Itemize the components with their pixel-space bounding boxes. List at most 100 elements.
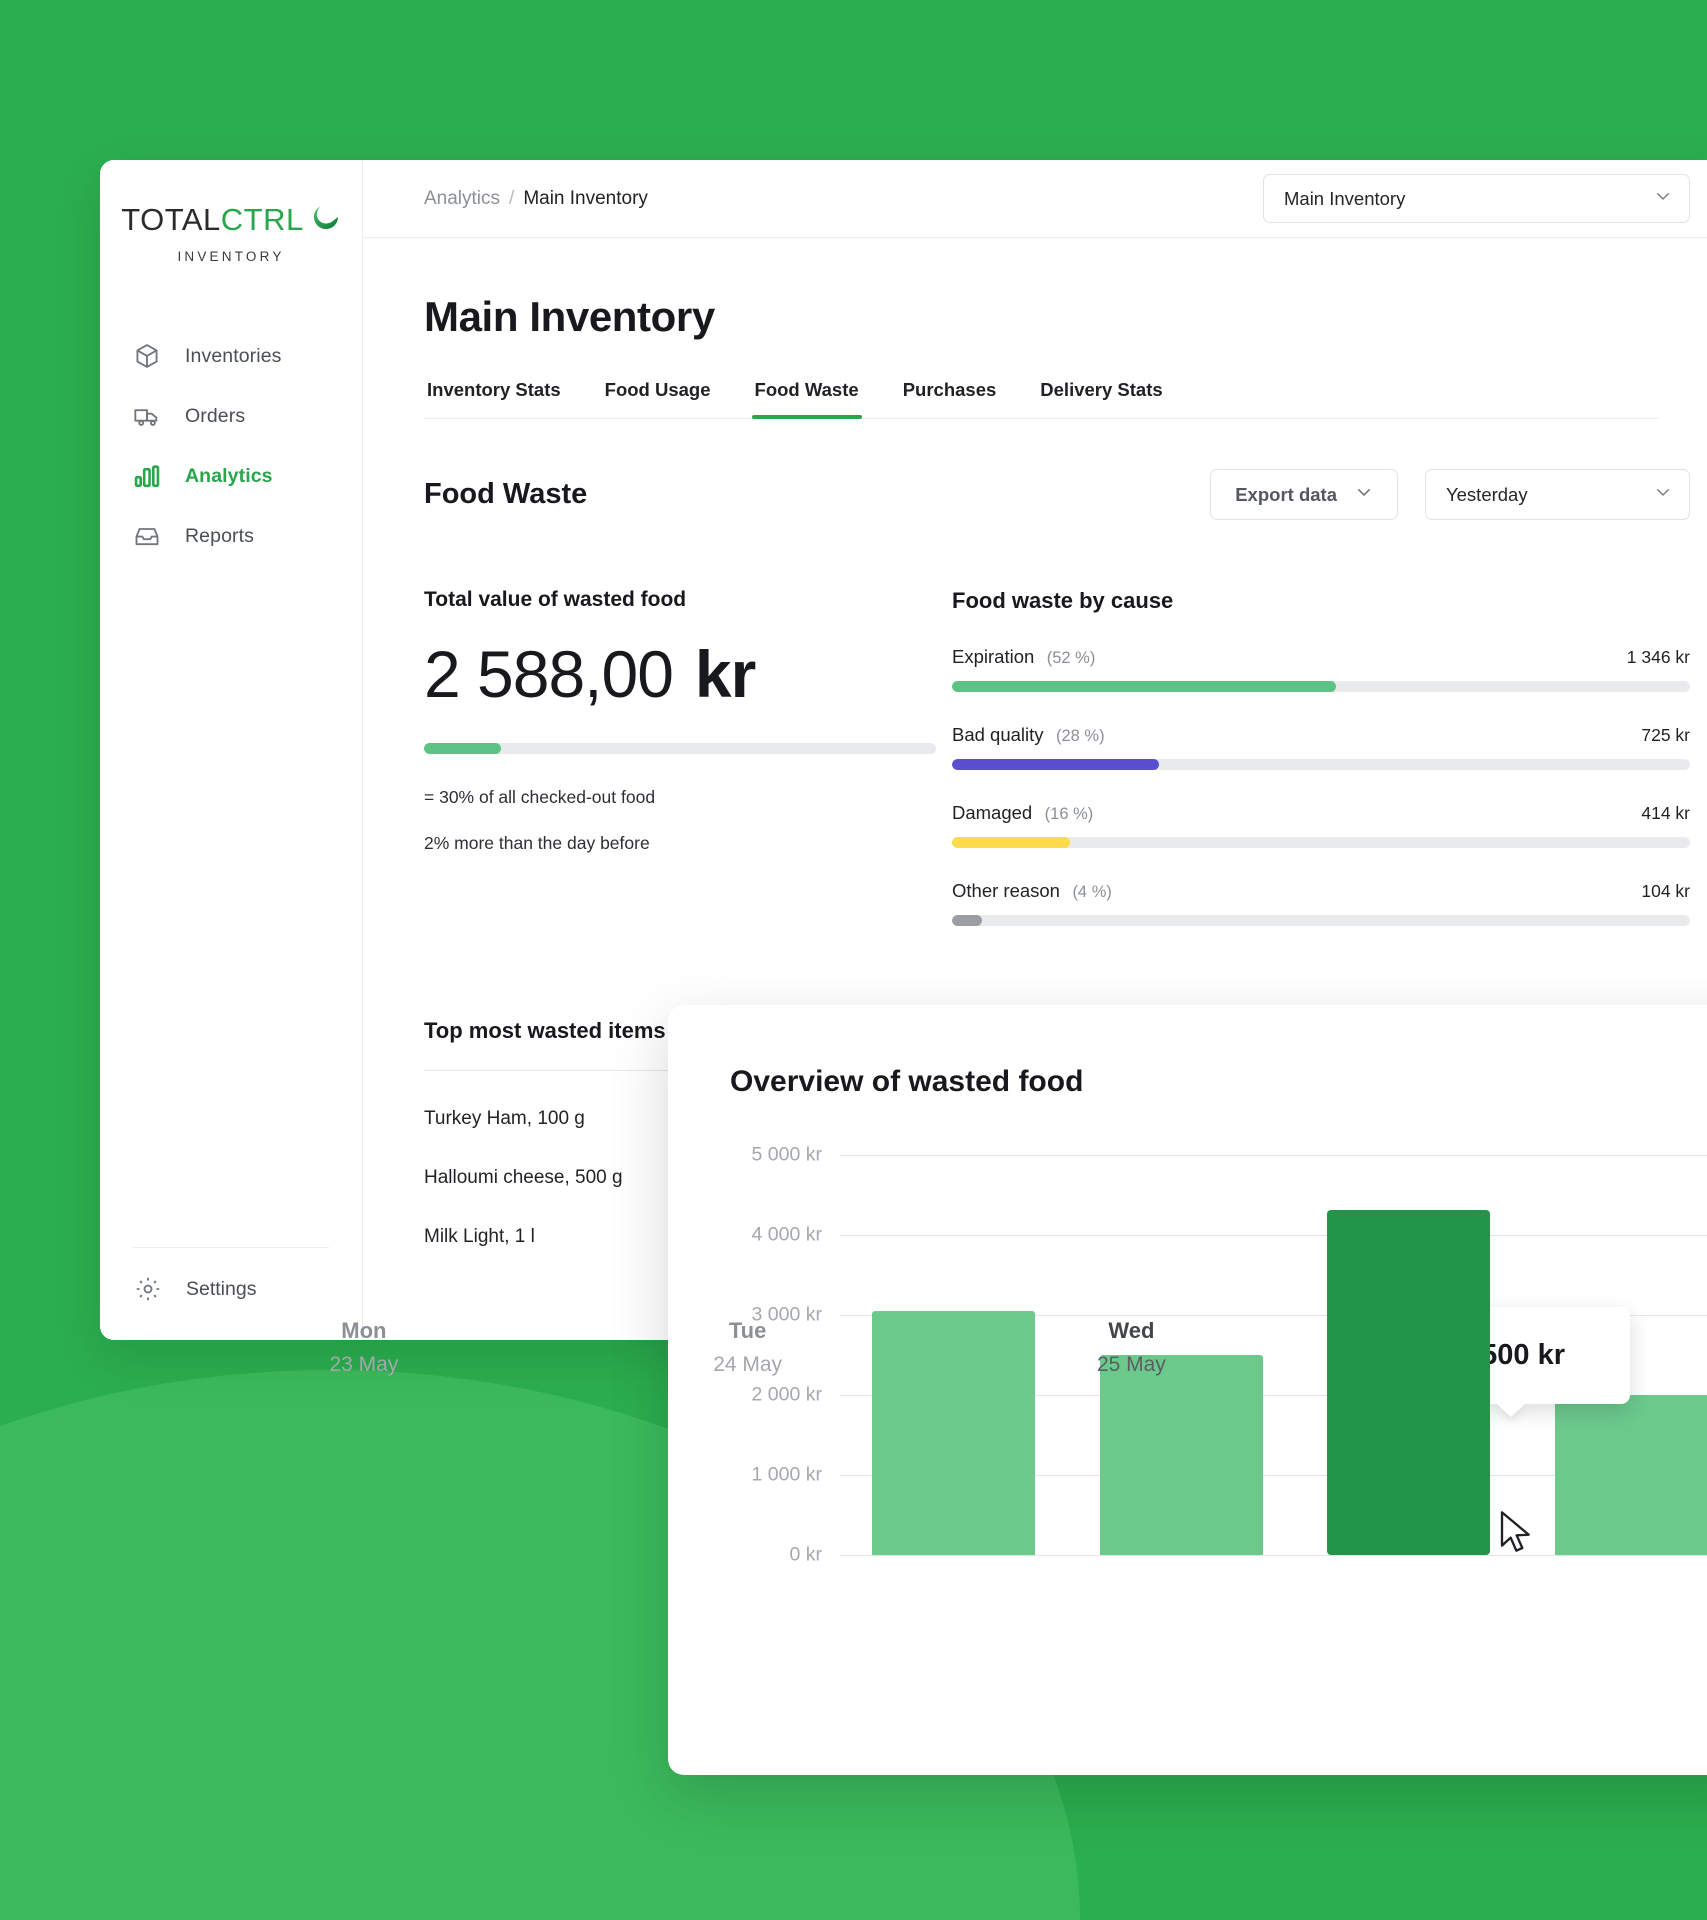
cause-row-expiration: Expiration (52 %) 1 346 kr: [952, 646, 1690, 692]
cause-row-damaged: Damaged (16 %) 414 kr: [952, 802, 1690, 848]
cause-value: 725 kr: [1641, 725, 1690, 746]
logo-accent-text: CTRL: [221, 202, 304, 238]
sidebar-item-reports[interactable]: Reports: [100, 506, 362, 566]
gear-icon: [133, 1274, 163, 1304]
chart-x-day-label: Mon: [172, 1318, 556, 1344]
period-select[interactable]: Yesterday: [1425, 469, 1690, 520]
chart-bar[interactable]: [1100, 1355, 1263, 1555]
waste-by-cause-card: Food waste by cause Expiration (52 %) 1 …: [936, 588, 1690, 926]
total-waste-progress-fill: [424, 743, 501, 754]
tab-delivery-stats[interactable]: Delivery Stats: [1037, 379, 1165, 418]
chart-y-tick-label: 4 000 kr: [752, 1224, 822, 1247]
cause-name: Damaged: [952, 802, 1032, 823]
breadcrumb-parent[interactable]: Analytics: [424, 188, 500, 209]
bar-chart-icon: [132, 461, 162, 491]
inbox-icon: [132, 521, 162, 551]
period-select-value: Yesterday: [1446, 484, 1528, 506]
cause-progress-fill: [952, 915, 982, 926]
logo-primary-text: TOTAL: [121, 202, 221, 238]
chevron-down-icon: [1355, 483, 1373, 506]
total-waste-amount: 2 588,00: [424, 637, 673, 711]
chart-y-tick-label: 5 000 kr: [752, 1144, 822, 1167]
cause-progress: [952, 681, 1690, 692]
chart-x-tick: Mon 23 May: [172, 1318, 556, 1377]
chart-x-date-label: 25 May: [940, 1353, 1324, 1377]
cause-percent: (52 %): [1047, 649, 1096, 667]
cause-progress: [952, 837, 1690, 848]
section-header: Food Waste Export data Yesterday: [363, 419, 1707, 520]
stats-panels: Total value of wasted food 2 588,00 kr = …: [363, 520, 1707, 926]
truck-icon: [132, 401, 162, 431]
cube-icon: [132, 341, 162, 371]
total-waste-currency: kr: [695, 637, 755, 711]
cause-row-other-reason: Other reason (4 %) 104 kr: [952, 880, 1690, 926]
sidebar-item-orders[interactable]: Orders: [100, 386, 362, 446]
page-header: Main Inventory Inventory Stats Food Usag…: [363, 238, 1707, 419]
tab-bar: Inventory Stats Food Usage Food Waste Pu…: [424, 379, 1659, 419]
logo-subtitle: INVENTORY: [100, 249, 362, 264]
sidebar-item-inventories[interactable]: Inventories: [100, 326, 362, 386]
breadcrumb-separator: /: [509, 188, 514, 209]
inventory-select[interactable]: Main Inventory: [1263, 174, 1690, 223]
sidebar-item-analytics[interactable]: Analytics: [100, 446, 362, 506]
total-waste-value: 2 588,00 kr: [424, 636, 936, 712]
chevron-down-icon: [1654, 187, 1672, 210]
top-bar: Analytics / Main Inventory Main Inventory: [363, 160, 1707, 238]
total-waste-note-share: = 30% of all checked-out food: [424, 787, 936, 808]
chart-title: Overview of wasted food: [730, 1065, 1707, 1099]
cause-progress-fill: [952, 759, 1159, 770]
sidebar: TOTALCTRL INVENTORY: [100, 160, 363, 1340]
total-waste-note-delta: 2% more than the day before: [424, 833, 936, 854]
page-title: Main Inventory: [424, 293, 1659, 341]
chart-x-date-label: 23 May: [172, 1353, 556, 1377]
cause-percent: (28 %): [1056, 727, 1105, 745]
chevron-down-icon: [1654, 483, 1672, 506]
cause-progress: [952, 759, 1690, 770]
cause-progress-fill: [952, 681, 1336, 692]
cause-name: Other reason: [952, 880, 1060, 901]
chart-y-tick-label: 2 000 kr: [752, 1384, 822, 1407]
sidebar-item-label: Reports: [185, 525, 254, 548]
sidebar-nav: Inventories Orders: [100, 326, 362, 566]
chart-gridline: [840, 1555, 1707, 1556]
cause-value: 1 346 kr: [1627, 647, 1690, 668]
settings-section: Settings: [133, 1247, 329, 1304]
total-waste-label: Total value of wasted food: [424, 588, 936, 612]
cause-percent: (16 %): [1045, 805, 1094, 823]
chart-y-tick-label: 1 000 kr: [752, 1464, 822, 1487]
export-data-label: Export data: [1235, 484, 1337, 506]
sidebar-item-label: Inventories: [185, 345, 282, 368]
chart-bar[interactable]: [1327, 1210, 1490, 1555]
cause-value: 104 kr: [1641, 881, 1690, 902]
app-logo: TOTALCTRL INVENTORY: [100, 160, 362, 264]
export-data-button[interactable]: Export data: [1210, 469, 1398, 520]
sidebar-item-label: Analytics: [185, 465, 273, 488]
chart-x-date-label: 24 May: [556, 1353, 940, 1377]
logo-swoosh-icon: [311, 202, 341, 240]
settings-label: Settings: [186, 1278, 256, 1301]
cause-name: Bad quality: [952, 724, 1044, 745]
sidebar-item-settings[interactable]: Settings: [133, 1274, 329, 1304]
breadcrumb-current: Main Inventory: [523, 188, 648, 209]
chart-y-tick-label: 0 kr: [789, 1544, 822, 1567]
mouse-cursor: [1497, 1509, 1537, 1564]
chart-x-day-label: Tue: [556, 1318, 940, 1344]
chart-x-day-label: Wed: [940, 1318, 1324, 1344]
tab-purchases[interactable]: Purchases: [900, 379, 1000, 418]
inventory-select-value: Main Inventory: [1284, 188, 1405, 210]
total-waste-progress: [424, 743, 936, 754]
section-title: Food Waste: [424, 478, 587, 511]
section-actions: Export data Yesterday: [1210, 469, 1690, 520]
cause-progress-fill: [952, 837, 1070, 848]
total-waste-card: Total value of wasted food 2 588,00 kr = …: [424, 588, 936, 926]
cause-name: Expiration: [952, 646, 1034, 667]
chart-bar-slot: [1295, 1155, 1523, 1555]
cause-row-bad-quality: Bad quality (28 %) 725 kr: [952, 724, 1690, 770]
cause-progress: [952, 915, 1690, 926]
tab-inventory-stats[interactable]: Inventory Stats: [424, 379, 564, 418]
waste-by-cause-title: Food waste by cause: [952, 588, 1690, 614]
tab-food-waste[interactable]: Food Waste: [752, 379, 862, 418]
tab-food-usage[interactable]: Food Usage: [602, 379, 714, 418]
chart-bar[interactable]: [1555, 1395, 1707, 1555]
chart-x-tick: Wed 25 May: [940, 1318, 1324, 1377]
